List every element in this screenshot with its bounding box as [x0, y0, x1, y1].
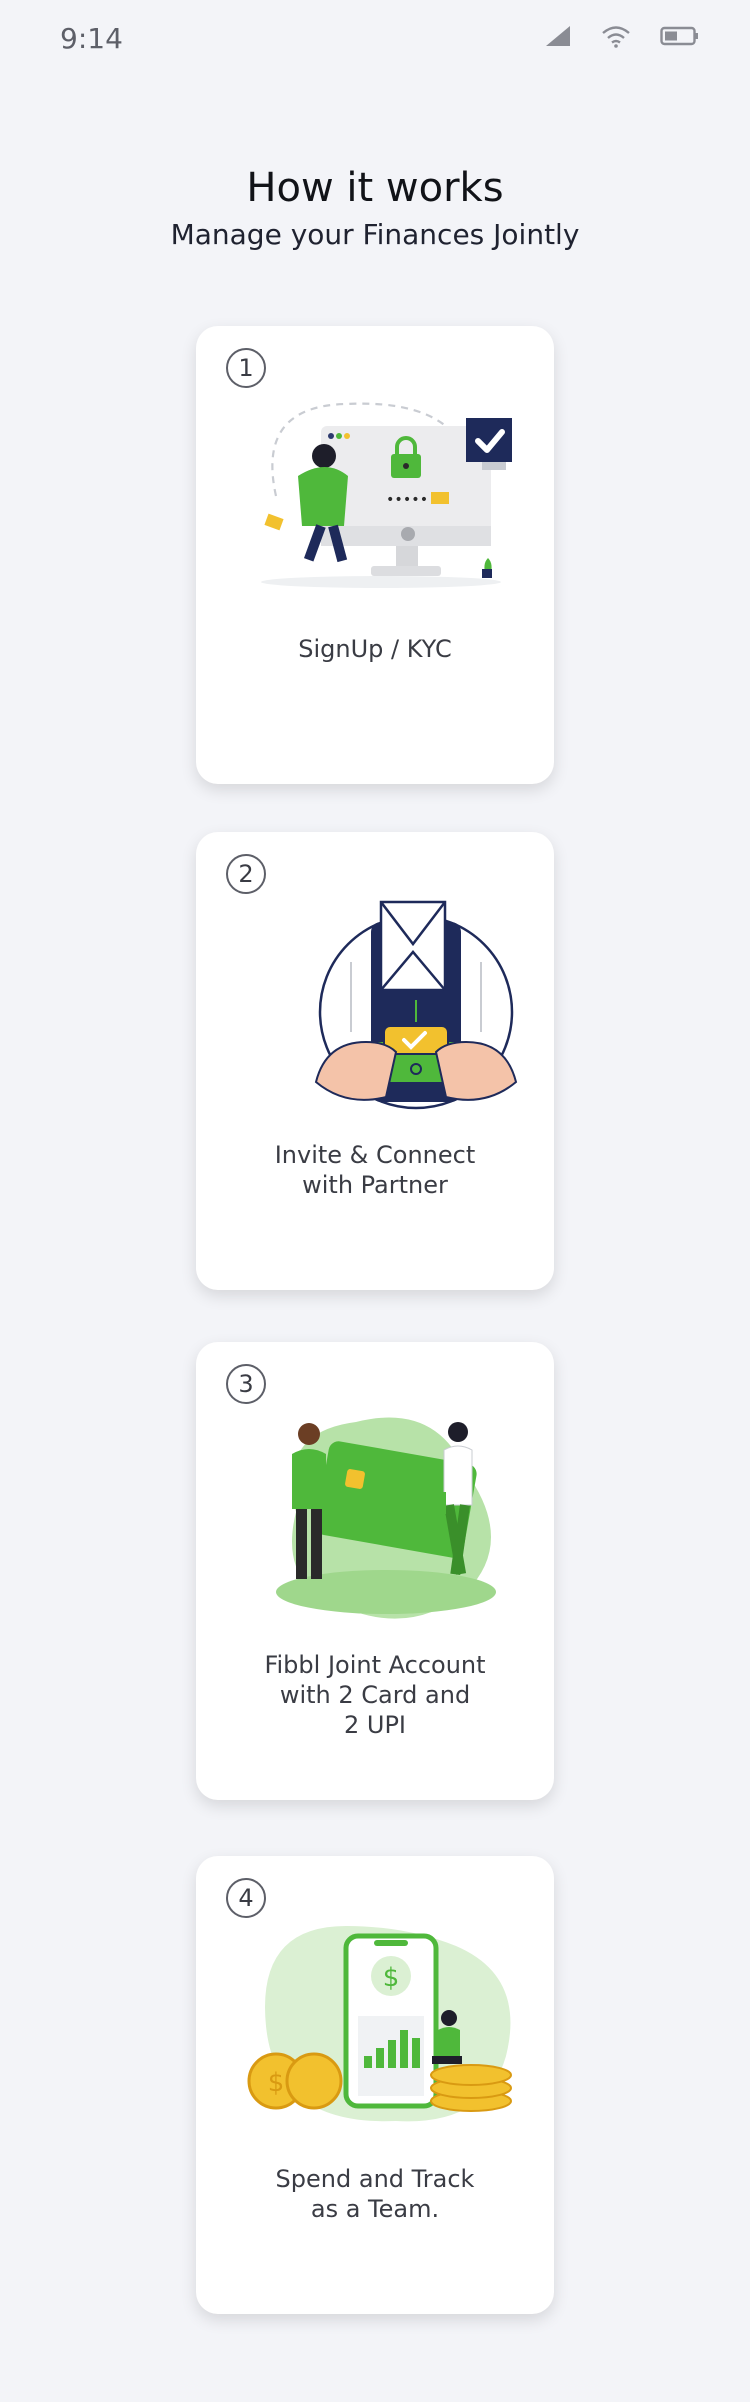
status-time: 9:14 — [60, 22, 123, 55]
step-card-signup-kyc[interactable]: 1 ••••• SignUp / KYC — [196, 326, 554, 784]
step-label: Spend and Track as a Team. — [275, 2165, 475, 2223]
step-card-invite-connect[interactable]: 2 Invite & Connect with Partner — [196, 832, 554, 1290]
status-bar: 9:14 — [0, 0, 750, 80]
page-title: How it works — [246, 164, 504, 211]
step-card-joint-account[interactable]: 3 Fibbl Joint Account with 2 Card and 2 … — [196, 1342, 554, 1800]
signup-kyc-illustration: ••••• — [261, 402, 512, 588]
svg-text:•••••: ••••• — [386, 492, 428, 508]
status-icons — [544, 24, 700, 48]
spend-track-illustration: $ $ — [247, 1926, 512, 2122]
page-subtitle: Manage your Finances Jointly — [170, 218, 580, 251]
step-label: Fibbl Joint Account with 2 Card and 2 UP… — [264, 1651, 486, 1739]
battery-icon — [660, 26, 698, 46]
svg-text:$: $ — [268, 2068, 285, 2098]
invite-connect-illustration — [314, 900, 518, 1110]
joint-account-illustration — [276, 1417, 496, 1619]
step-label: Invite & Connect with Partner — [274, 1141, 476, 1199]
step-label: SignUp / KYC — [298, 635, 452, 663]
step-card-spend-track[interactable]: 4 $ $ Spend and Track as a Team. — [196, 1856, 554, 2314]
svg-text:$: $ — [383, 1963, 400, 1993]
cellular-signal-icon — [546, 26, 570, 46]
wifi-icon — [602, 26, 630, 48]
